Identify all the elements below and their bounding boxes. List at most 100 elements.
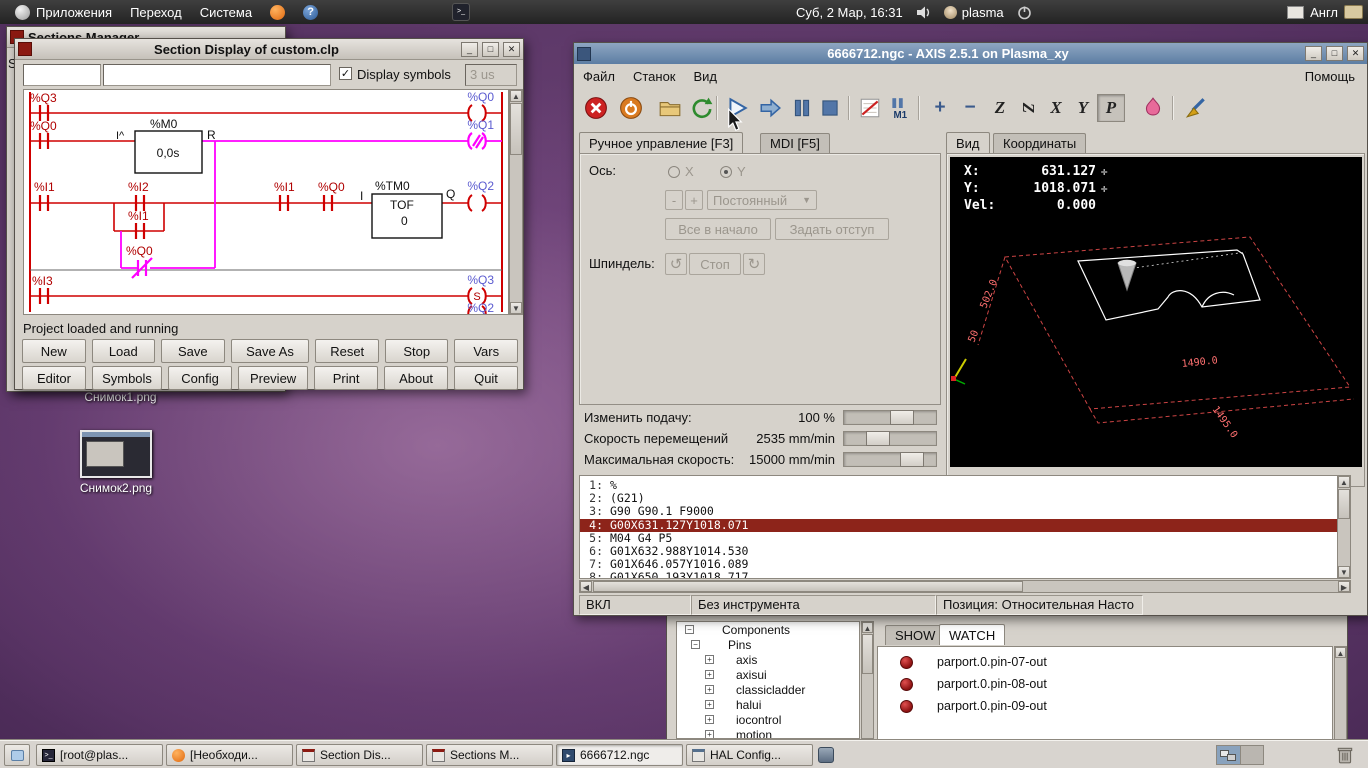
quit-button[interactable]: Quit xyxy=(454,366,518,390)
gcode-listing[interactable]: 1:% 2:(G21) 3:G90 G90.1 F9000 4:G00X631.… xyxy=(579,475,1337,579)
optional-stop-button[interactable]: M1 xyxy=(886,94,914,122)
stop-button[interactable]: Stop xyxy=(385,339,449,363)
reload-button[interactable] xyxy=(688,94,716,122)
gcode-hscrollbar[interactable]: ◀ ▶ xyxy=(579,580,1351,593)
jog-speed-slider[interactable] xyxy=(843,431,937,446)
feed-override-slider[interactable] xyxy=(843,410,937,425)
workspace-1[interactable] xyxy=(1217,746,1241,764)
radio-axis-y[interactable]: Y xyxy=(720,164,746,179)
tray-app-icon[interactable] xyxy=(818,747,834,763)
taskbar-item-sections-manager[interactable]: Sections M... xyxy=(426,744,553,766)
spindle-ccw-button[interactable]: ↺ xyxy=(665,253,687,275)
spindle-cw-button[interactable]: ↻ xyxy=(743,253,765,275)
view-y-button[interactable]: Y xyxy=(1069,94,1097,122)
close-button[interactable]: ✕ xyxy=(1347,46,1364,61)
print-button[interactable]: Print xyxy=(314,366,378,390)
jog-speed-dropdown[interactable]: Постоянный▼ xyxy=(707,190,817,210)
tree-item-axis[interactable]: +axis xyxy=(677,652,859,667)
config-button[interactable]: Config xyxy=(168,366,232,390)
help-launcher[interactable]: ? xyxy=(294,0,327,24)
save-button[interactable]: Save xyxy=(161,339,225,363)
tab-watch[interactable]: WATCH xyxy=(939,624,1005,645)
zoom-in-button[interactable]: + xyxy=(926,94,954,122)
preview-canvas[interactable]: 1490.0 1495.0 502.0 50 X:631.127✛ Y:1018… xyxy=(950,157,1362,467)
jog-plus-button[interactable]: + xyxy=(685,190,703,210)
menu-help[interactable]: Помощь xyxy=(1293,67,1367,86)
user-switcher-applet[interactable]: plasma xyxy=(944,5,1004,20)
menu-machine[interactable]: Станок xyxy=(624,67,685,86)
tree-item-motion[interactable]: +motion xyxy=(677,727,859,739)
about-button[interactable]: About xyxy=(384,366,448,390)
new-button[interactable]: New xyxy=(22,339,86,363)
places-menu[interactable]: Переход xyxy=(121,0,191,24)
symbols-button[interactable]: Symbols xyxy=(92,366,162,390)
skip-lines-button[interactable] xyxy=(856,94,884,122)
menu-view[interactable]: Вид xyxy=(685,67,727,86)
titlebar[interactable]: Section Display of custom.clp _ □ ✕ xyxy=(15,39,523,60)
save-as-button[interactable]: Save As xyxy=(231,339,310,363)
close-button[interactable]: ✕ xyxy=(503,42,520,57)
editor-button[interactable]: Editor xyxy=(22,366,86,390)
workspace-2[interactable] xyxy=(1241,746,1264,764)
tree-item-classicladder[interactable]: +classicladder xyxy=(677,682,859,697)
zoom-out-button[interactable]: − xyxy=(956,94,984,122)
taskbar-item-hal-config[interactable]: HAL Config... xyxy=(686,744,813,766)
home-all-button[interactable]: Все в начало xyxy=(665,218,771,240)
radio-axis-x[interactable]: X xyxy=(668,164,694,179)
gcode-line[interactable]: 3:G90 G90.1 F9000 xyxy=(580,505,1337,518)
reset-button[interactable]: Reset xyxy=(315,339,379,363)
view-z-rotated-button[interactable]: Z xyxy=(1014,94,1042,122)
gcode-line[interactable]: 1:% xyxy=(580,479,1337,492)
estop-button[interactable] xyxy=(582,94,610,122)
show-desktop-button[interactable] xyxy=(4,744,30,766)
rung-comment-field[interactable] xyxy=(103,64,331,86)
tree-item-halui[interactable]: +halui xyxy=(677,697,859,712)
firefox-launcher[interactable] xyxy=(261,0,294,24)
terminal-tray-icon[interactable]: >_ xyxy=(452,3,470,21)
desktop-icon-snimok2[interactable]: Снимок2.png xyxy=(76,430,156,495)
load-button[interactable]: Load xyxy=(92,339,156,363)
tree-item-axisui[interactable]: +axisui xyxy=(677,667,859,682)
stop-button[interactable] xyxy=(816,94,844,122)
max-velocity-slider[interactable] xyxy=(843,452,937,467)
view-x-button[interactable]: X xyxy=(1042,94,1070,122)
tab-show[interactable]: SHOW xyxy=(885,625,945,645)
taskbar-item-terminal[interactable]: >_[root@plas... xyxy=(36,744,163,766)
taskbar-item-firefox[interactable]: [Необходи... xyxy=(166,744,293,766)
jog-minus-button[interactable]: - xyxy=(665,190,683,210)
trash-icon[interactable] xyxy=(1336,745,1354,768)
gcode-vscrollbar[interactable]: ▲ ▼ xyxy=(1337,475,1351,579)
torch-button[interactable] xyxy=(1139,94,1167,122)
touch-off-button[interactable]: Задать отступ xyxy=(775,218,889,240)
rung-number-field[interactable] xyxy=(23,64,101,86)
vars-button[interactable]: Vars xyxy=(454,339,518,363)
keyboard-indicator-applet[interactable]: Англ xyxy=(1287,0,1366,24)
gcode-line[interactable]: 8:G01X650.193Y1018.717 xyxy=(580,571,1337,579)
minimize-button[interactable]: _ xyxy=(461,42,478,57)
applications-menu[interactable]: Приложения xyxy=(6,0,121,24)
open-file-button[interactable] xyxy=(656,94,684,122)
taskbar-item-axis[interactable]: ▸6666712.ngc xyxy=(556,744,683,766)
taskbar-item-section-display[interactable]: Section Dis... xyxy=(296,744,423,766)
volume-icon[interactable] xyxy=(916,5,931,20)
desktop-icon-snimok1[interactable]: Снимок1.png xyxy=(58,390,183,404)
tab-manual-control[interactable]: Ручное управление [F3] xyxy=(579,132,743,153)
clear-plot-button[interactable] xyxy=(1182,94,1210,122)
view-z-button[interactable]: Z xyxy=(986,94,1014,122)
tree-item-iocontrol[interactable]: +iocontrol xyxy=(677,712,859,727)
hal-tree-scrollbar[interactable]: ▲ xyxy=(861,621,874,739)
tree-item-components[interactable]: −Components xyxy=(677,622,859,637)
spindle-stop-button[interactable]: Стоп xyxy=(689,253,741,275)
tab-mdi[interactable]: MDI [F5] xyxy=(760,133,830,153)
hal-watch-scrollbar[interactable]: ▲ xyxy=(1334,646,1347,741)
gcode-line-active[interactable]: 4:G00X631.127Y1018.071 xyxy=(580,519,1337,532)
machine-power-button[interactable] xyxy=(617,94,645,122)
maximize-button[interactable]: □ xyxy=(1326,46,1343,61)
display-symbols-checkbox[interactable]: ✓ xyxy=(339,67,352,80)
system-menu[interactable]: Система xyxy=(191,0,261,24)
tree-item-pins[interactable]: −Pins xyxy=(677,637,859,652)
menu-file[interactable]: Файл xyxy=(574,67,624,86)
view-perspective-button[interactable]: P xyxy=(1097,94,1125,122)
preview-button[interactable]: Preview xyxy=(238,366,308,390)
run-from-line-button[interactable] xyxy=(756,94,784,122)
